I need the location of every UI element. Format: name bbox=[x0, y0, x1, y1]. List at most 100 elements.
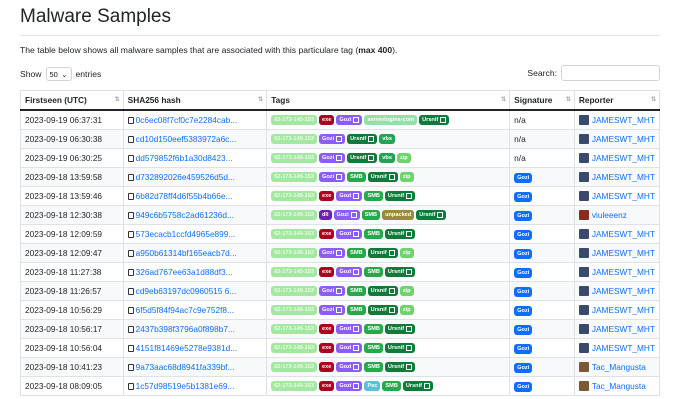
reporter-link[interactable]: Tac_Mangusta bbox=[592, 362, 646, 372]
copy-icon[interactable] bbox=[127, 249, 134, 257]
tag-badge[interactable]: Ursnif bbox=[419, 115, 450, 126]
tag-badge[interactable]: SMB bbox=[364, 343, 383, 354]
tag-badge[interactable]: SMB bbox=[364, 324, 383, 335]
tag-badge[interactable]: zip bbox=[396, 153, 411, 164]
tag-badge[interactable]: SMB bbox=[347, 248, 366, 259]
signature-badge[interactable]: Gozi bbox=[514, 211, 533, 221]
copy-icon[interactable] bbox=[127, 230, 134, 238]
tag-badge[interactable]: zip bbox=[399, 248, 414, 259]
copy-icon[interactable] bbox=[127, 154, 134, 162]
tag-badge[interactable]: Gozi bbox=[319, 248, 346, 259]
tag-badge[interactable]: 62-173-145-153 bbox=[271, 324, 317, 335]
copy-icon[interactable] bbox=[127, 116, 134, 124]
tag-badge[interactable]: Ursnif bbox=[384, 267, 416, 278]
tag-badge[interactable]: 62-173-145-153 bbox=[271, 267, 317, 278]
tag-badge[interactable]: zip bbox=[399, 305, 414, 316]
tag-badge[interactable]: Ursnif bbox=[367, 172, 398, 183]
page-size-select[interactable]: 50 ⌄ bbox=[45, 67, 72, 81]
reporter-link[interactable]: JAMESWT_MHT bbox=[592, 343, 655, 353]
tag-badge[interactable]: vbs bbox=[379, 134, 395, 145]
tag-badge[interactable]: SMB bbox=[364, 191, 383, 202]
tag-badge[interactable]: SMB bbox=[361, 210, 381, 221]
tag-badge[interactable]: Gozi bbox=[319, 172, 346, 183]
copy-icon[interactable] bbox=[127, 287, 134, 295]
copy-icon[interactable] bbox=[127, 344, 134, 352]
tag-badge[interactable]: serverlogins-com bbox=[364, 115, 418, 126]
header-tags[interactable]: Tags ⇅ bbox=[266, 90, 511, 111]
tag-badge[interactable]: zip bbox=[399, 172, 414, 183]
tag-badge[interactable]: Gozi bbox=[336, 381, 363, 392]
tag-badge[interactable]: SMB bbox=[347, 172, 366, 183]
tag-badge[interactable]: Ursnif bbox=[367, 305, 398, 316]
sha256-link[interactable]: 1c57d98519e5b1381e69... bbox=[136, 381, 235, 391]
tag-badge[interactable]: Gozi bbox=[336, 343, 363, 354]
signature-badge[interactable]: Gozi bbox=[514, 382, 533, 392]
tag-badge[interactable]: Gozi bbox=[319, 134, 346, 145]
signature-badge[interactable]: Gozi bbox=[514, 268, 533, 278]
tag-badge[interactable]: dll bbox=[319, 210, 332, 221]
tag-badge[interactable]: 62-173-145-153 bbox=[271, 115, 317, 126]
signature-badge[interactable]: Gozi bbox=[514, 363, 533, 373]
tag-badge[interactable]: Gozi bbox=[319, 153, 346, 164]
tag-badge[interactable]: 62-173-145-153 bbox=[271, 210, 317, 221]
copy-icon[interactable] bbox=[127, 325, 134, 333]
tag-badge[interactable]: 62-173-145-153 bbox=[271, 343, 317, 354]
tag-badge[interactable]: exe bbox=[319, 381, 335, 392]
tag-badge[interactable]: SMB bbox=[364, 362, 383, 373]
signature-badge[interactable]: Gozi bbox=[514, 249, 533, 259]
tag-badge[interactable]: exe bbox=[319, 267, 335, 278]
tag-badge[interactable]: Ursnif bbox=[416, 210, 447, 221]
reporter-link[interactable]: JAMESWT_MHT bbox=[592, 229, 655, 239]
tag-badge[interactable]: Ursnif bbox=[367, 248, 398, 259]
tag-badge[interactable]: Gozi bbox=[319, 305, 346, 316]
reporter-link[interactable]: JAMESWT_MHT bbox=[592, 191, 655, 201]
tag-badge[interactable]: Ursnif bbox=[367, 286, 398, 297]
tag-badge[interactable]: Ursnif bbox=[384, 191, 416, 202]
reporter-link[interactable]: JAMESWT_MHT bbox=[592, 286, 655, 296]
tag-badge[interactable]: 62-173-145-153 bbox=[271, 381, 317, 392]
sha256-link[interactable]: dd579852f6b1a30d8423... bbox=[136, 153, 233, 163]
tag-badge[interactable]: 62-173-145-153 bbox=[271, 305, 317, 316]
tag-badge[interactable]: exe bbox=[319, 191, 335, 202]
sha256-link[interactable]: 573ecacb1ccfd4965e899... bbox=[136, 229, 236, 239]
tag-badge[interactable]: Gozi bbox=[319, 286, 346, 297]
tag-badge[interactable]: 62-173-145-153 bbox=[271, 172, 317, 183]
tag-badge[interactable]: 62-173-145-153 bbox=[271, 229, 317, 240]
copy-icon[interactable] bbox=[127, 363, 134, 371]
reporter-link[interactable]: JAMESWT_MHT bbox=[592, 134, 655, 144]
tag-badge[interactable]: unpacked bbox=[382, 210, 415, 221]
sha256-link[interactable]: 2437b398f3796a0f898b7... bbox=[136, 324, 235, 334]
reporter-link[interactable]: viuleeenz bbox=[592, 210, 627, 220]
tag-badge[interactable]: SMB bbox=[364, 267, 383, 278]
copy-icon[interactable] bbox=[127, 211, 134, 219]
signature-badge[interactable]: Gozi bbox=[514, 306, 533, 316]
copy-icon[interactable] bbox=[127, 173, 134, 181]
tag-badge[interactable]: Gozi bbox=[336, 267, 363, 278]
reporter-link[interactable]: JAMESWT_MHT bbox=[592, 153, 655, 163]
tag-badge[interactable]: 62-173-145-153 bbox=[271, 134, 317, 145]
tag-badge[interactable]: SMB bbox=[382, 381, 401, 392]
tag-badge[interactable]: 62-173-145-153 bbox=[271, 153, 317, 164]
tag-badge[interactable]: Gozi bbox=[336, 324, 363, 335]
tag-badge[interactable]: Ursnif bbox=[402, 381, 434, 392]
tag-badge[interactable]: zip bbox=[399, 286, 414, 297]
tag-badge[interactable]: exe bbox=[319, 324, 335, 335]
tag-badge[interactable]: 62-173-145-153 bbox=[271, 248, 317, 259]
tag-badge[interactable]: vbs bbox=[379, 153, 395, 164]
tag-badge[interactable]: Pec bbox=[364, 381, 381, 392]
sha256-link[interactable]: 6f5d5f84f94ac7c9e752f8... bbox=[136, 305, 234, 315]
reporter-link[interactable]: Tac_Mangusta bbox=[592, 381, 646, 391]
sha256-link[interactable]: 326ad767ee63a1d88df3... bbox=[136, 267, 233, 277]
header-signature[interactable]: Signature ⇅ bbox=[509, 90, 575, 111]
tag-badge[interactable]: Gozi bbox=[336, 362, 363, 373]
tag-badge[interactable]: 62-173-145-153 bbox=[271, 286, 317, 297]
tag-badge[interactable]: exe bbox=[319, 229, 335, 240]
header-sha256[interactable]: SHA256 hash ⇅ bbox=[122, 90, 268, 111]
signature-badge[interactable]: Gozi bbox=[514, 230, 533, 240]
signature-badge[interactable]: Gozi bbox=[514, 344, 533, 354]
sha256-link[interactable]: 6b82d78ff4d6f55b4b66e... bbox=[136, 191, 233, 201]
tag-badge[interactable]: Ursnif bbox=[347, 134, 378, 145]
tag-badge[interactable]: Gozi bbox=[336, 115, 363, 126]
reporter-link[interactable]: JAMESWT_MHT bbox=[592, 115, 655, 125]
reporter-link[interactable]: JAMESWT_MHT bbox=[592, 172, 655, 182]
